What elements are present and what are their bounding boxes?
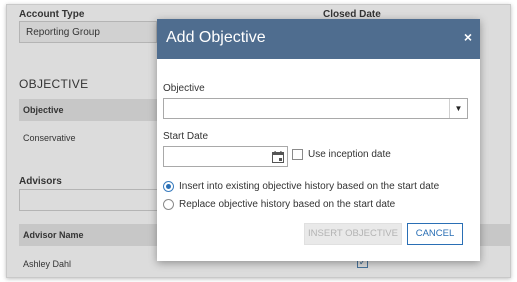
start-date-input[interactable] xyxy=(163,146,273,167)
objective-field-label: Objective xyxy=(163,83,205,94)
use-inception-checkbox[interactable] xyxy=(292,149,303,160)
radio-replace-history-label: Replace objective history based on the s… xyxy=(179,199,396,210)
chevron-down-icon[interactable]: ▼ xyxy=(449,99,467,118)
use-inception-label: Use inception date xyxy=(308,149,391,160)
dialog-title: Add Objective xyxy=(166,29,266,46)
insert-objective-button[interactable]: INSERT OBJECTIVE xyxy=(304,223,402,245)
start-date-label: Start Date xyxy=(163,131,209,142)
cancel-button[interactable]: CANCEL xyxy=(407,223,463,245)
objective-select[interactable]: ▼ xyxy=(163,98,468,119)
dialog-header: Add Objective × xyxy=(157,19,480,59)
radio-replace-history[interactable] xyxy=(163,199,174,210)
radio-insert-existing[interactable] xyxy=(163,181,174,192)
app-window: Account Type Reporting Group Closed Date… xyxy=(6,4,511,278)
calendar-icon xyxy=(272,151,284,163)
calendar-button[interactable] xyxy=(268,146,288,167)
add-objective-dialog: Add Objective × Objective ▼ Start Date U… xyxy=(157,19,480,261)
radio-insert-existing-label: Insert into existing objective history b… xyxy=(179,181,440,192)
close-icon[interactable]: × xyxy=(464,29,472,45)
